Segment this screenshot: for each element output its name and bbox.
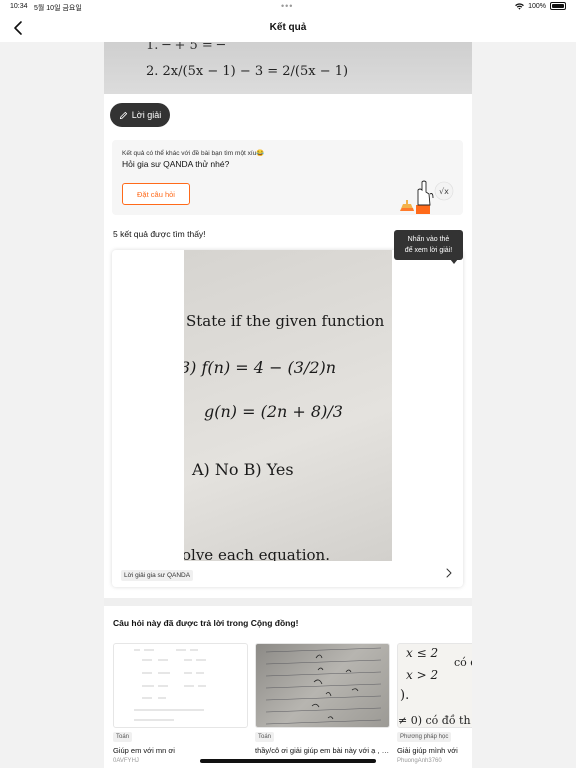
nav-bar: Kết quả bbox=[0, 14, 576, 42]
ask-question-button[interactable]: Đặt câu hỏi bbox=[122, 183, 190, 205]
result-photo-line: State if the given function bbox=[186, 312, 385, 330]
community-item-tag: Toán bbox=[113, 732, 133, 742]
ask-tutor-title: Hỏi gia sư QANDA thử nhé? bbox=[122, 159, 230, 169]
worksheet-thumbnail-icon bbox=[134, 649, 206, 721]
status-time: 10:34 bbox=[10, 3, 28, 10]
question-photo-line-2: 2. 2x/(5x − 1) − 3 = 2/(5x − 1) bbox=[146, 64, 349, 79]
ask-tutor-subtitle: Kết quả có thể khác với đề bài bạn tìm m… bbox=[122, 150, 265, 157]
thumb-line: ). bbox=[400, 688, 410, 703]
community-list[interactable]: Toán Giúp em với mn ơi 0AVFYHJ Toán thầy… bbox=[113, 643, 472, 768]
community-item[interactable]: x ≤ 2 có đồ x > 2 ). ≠ 0) có đồ th Phươn… bbox=[397, 643, 472, 768]
thumb-line: ≠ 0) có đồ th bbox=[398, 714, 471, 727]
result-photo-line: g(n) = (2n + 8)/3 bbox=[204, 402, 343, 421]
result-card[interactable]: State if the given function 3) f(n) = 4 … bbox=[112, 250, 463, 587]
community-item-tag: Phương pháp học bbox=[397, 732, 452, 742]
home-indicator[interactable] bbox=[200, 759, 376, 763]
question-photo[interactable]: 1. ─ + 5 = ─ 2. 2x/(5x − 1) − 3 = 2/(5x … bbox=[104, 42, 472, 94]
battery-percent: 100% bbox=[528, 2, 546, 10]
tap-card-tooltip: Nhấn vào thẻ để xem lời giải! bbox=[394, 230, 463, 260]
results-count: 5 kết quả được tìm thấy! bbox=[113, 229, 206, 239]
thumb-line: x > 2 bbox=[406, 668, 439, 682]
community-item[interactable]: Toán thầy/cô ơi giải giúp em bài này với… bbox=[255, 643, 390, 768]
community-section: Câu hỏi này đã được trả lời trong Cộng đ… bbox=[104, 606, 472, 768]
tutor-solution-label: Lời giải gia sư QANDA bbox=[121, 570, 194, 581]
result-photo-line: 3) f(n) = 4 − (3/2)n bbox=[184, 358, 337, 377]
solution-button-label: Lời giải bbox=[131, 110, 162, 120]
result-photo: State if the given function 3) f(n) = 4 … bbox=[184, 250, 392, 561]
community-item-text: thầy/cô ơi giải giúp em bài này với ạ , … bbox=[255, 746, 390, 755]
wifi-icon bbox=[515, 2, 524, 10]
tutor-illustration-icon: √x bbox=[400, 180, 454, 214]
section-divider bbox=[104, 598, 472, 606]
community-item-text: Giải giúp mình với bbox=[397, 746, 458, 755]
battery-icon bbox=[550, 2, 566, 10]
status-date: 5월 10일 금요일 bbox=[34, 5, 82, 12]
pencil-icon bbox=[119, 111, 127, 119]
community-item-user: 0AVFYHJ bbox=[113, 758, 139, 764]
main-content[interactable]: 1. ─ + 5 = ─ 2. 2x/(5x − 1) − 3 = 2/(5x … bbox=[104, 42, 472, 768]
tooltip-arrow bbox=[450, 259, 458, 264]
community-item-user: PhuongAnh3760 bbox=[397, 758, 442, 764]
community-item-text: Giúp em với mn ơi bbox=[113, 746, 175, 755]
status-bar: 10:34 5월 10일 금요일 ••• 100% bbox=[0, 0, 576, 14]
thumb-line: có đồ bbox=[454, 656, 472, 669]
solution-button[interactable]: Lời giải bbox=[110, 103, 170, 127]
community-thumbnail bbox=[113, 643, 248, 728]
multitasking-dots[interactable]: ••• bbox=[281, 1, 293, 11]
question-photo-line-1: 1. ─ + 5 = ─ bbox=[146, 42, 225, 53]
tooltip-line-1: Nhấn vào thẻ bbox=[407, 236, 450, 243]
ask-tutor-card: Kết quả có thể khác với đề bài bạn tìm m… bbox=[112, 140, 463, 215]
chevron-right-icon[interactable] bbox=[445, 568, 453, 578]
result-photo-line: A) No B) Yes bbox=[192, 460, 294, 479]
svg-text:√x: √x bbox=[439, 187, 449, 196]
community-item-tag: Toán bbox=[255, 732, 275, 742]
community-item[interactable]: Toán Giúp em với mn ơi 0AVFYHJ bbox=[113, 643, 248, 768]
community-thumbnail: x ≤ 2 có đồ x > 2 ). ≠ 0) có đồ th bbox=[397, 643, 472, 728]
tooltip-line-2: để xem lời giải! bbox=[404, 247, 453, 254]
page-title: Kết quả bbox=[269, 22, 307, 33]
thumb-line: x ≤ 2 bbox=[406, 646, 439, 660]
handwritten-photo-icon bbox=[265, 647, 382, 725]
community-thumbnail bbox=[255, 643, 390, 728]
result-photo-line: olve each equation. bbox=[184, 546, 330, 561]
community-title: Câu hỏi này đã được trả lời trong Cộng đ… bbox=[113, 618, 299, 628]
status-right: 100% bbox=[515, 2, 566, 10]
